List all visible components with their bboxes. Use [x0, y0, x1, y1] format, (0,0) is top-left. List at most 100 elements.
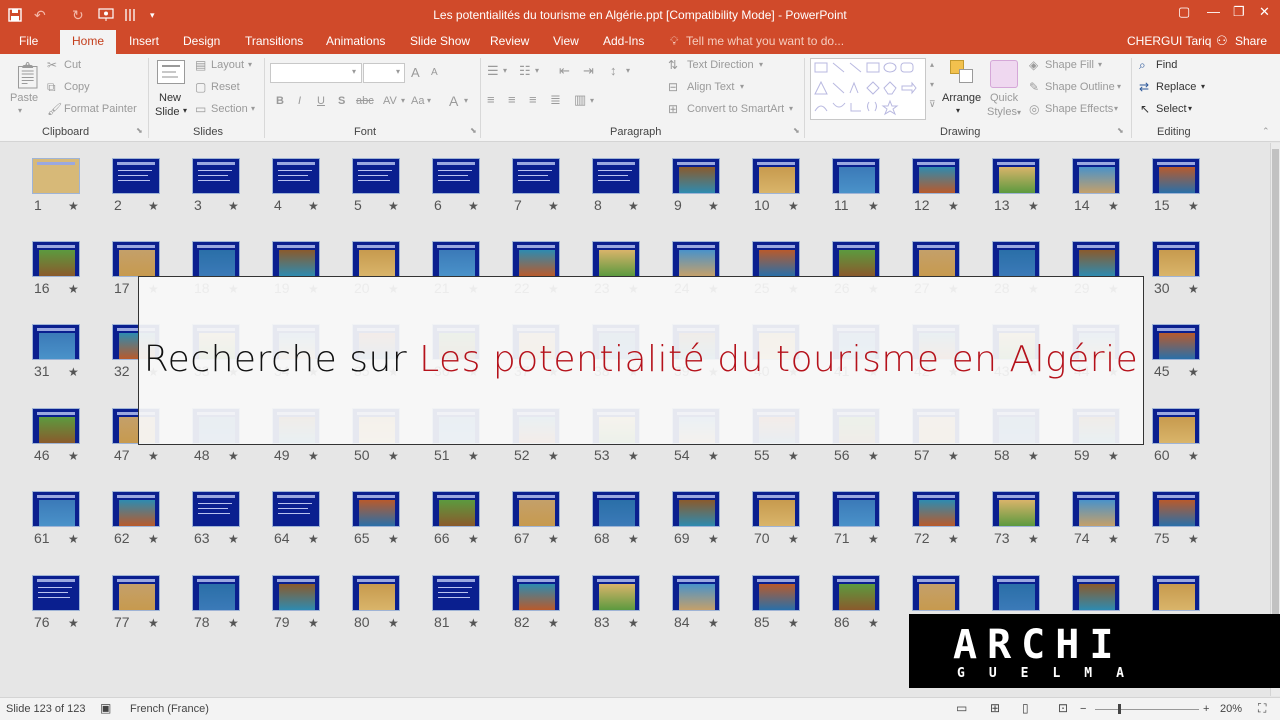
transition-star-icon[interactable]: ★ [148, 449, 159, 463]
slide-thumbnail[interactable] [992, 575, 1040, 611]
zoom-in-icon[interactable]: + [1203, 703, 1209, 715]
slide-thumbnail[interactable] [992, 241, 1040, 277]
slide-thumbnail[interactable] [432, 491, 480, 527]
slide-thumbnail[interactable] [352, 241, 400, 277]
slide-thumbnail[interactable] [752, 491, 800, 527]
slide-thumbnail[interactable] [592, 575, 640, 611]
decrease-font-size-icon[interactable]: A [431, 67, 438, 78]
slide-thumbnail[interactable] [1152, 408, 1200, 444]
transition-star-icon[interactable]: ★ [948, 199, 959, 213]
slide-thumbnail[interactable] [192, 575, 240, 611]
transition-star-icon[interactable]: ★ [788, 532, 799, 546]
tab-review[interactable]: Review [490, 34, 529, 48]
slide-thumbnail[interactable] [1072, 158, 1120, 194]
transition-star-icon[interactable]: ★ [708, 199, 719, 213]
slide-thumbnail[interactable] [832, 158, 880, 194]
transition-star-icon[interactable]: ★ [1108, 532, 1119, 546]
spelling-check-icon[interactable]: ▣ [100, 701, 111, 715]
tab-design[interactable]: Design [183, 34, 220, 48]
transition-star-icon[interactable]: ★ [148, 616, 159, 630]
copy-button[interactable]: Copy [64, 81, 90, 93]
user-name[interactable]: CHERGUI Tariq [1127, 34, 1211, 48]
slide-thumbnail[interactable] [432, 158, 480, 194]
transition-star-icon[interactable]: ★ [708, 532, 719, 546]
slide-thumbnail[interactable] [672, 575, 720, 611]
transition-star-icon[interactable]: ★ [628, 199, 639, 213]
transition-star-icon[interactable]: ★ [308, 616, 319, 630]
transition-star-icon[interactable]: ★ [948, 449, 959, 463]
font-name-dropdown-icon[interactable]: ▾ [352, 67, 356, 76]
slide-thumbnail[interactable] [112, 491, 160, 527]
transition-star-icon[interactable]: ★ [628, 532, 639, 546]
zoom-out-icon[interactable]: − [1080, 703, 1086, 715]
zoom-slider[interactable] [1095, 709, 1199, 710]
replace-button[interactable]: Replace [1156, 81, 1196, 93]
shape-outline-dropdown-icon[interactable]: ▾ [1117, 82, 1121, 91]
font-name-input[interactable] [270, 63, 362, 83]
align-text-dropdown-icon[interactable]: ▾ [740, 82, 744, 91]
text-direction-button[interactable]: Text Direction [687, 59, 754, 71]
slide-thumbnail[interactable] [1152, 575, 1200, 611]
transition-star-icon[interactable]: ★ [388, 616, 399, 630]
transition-star-icon[interactable]: ★ [868, 616, 879, 630]
slide-thumbnail[interactable] [752, 575, 800, 611]
select-dropdown-icon[interactable]: ▾ [1188, 104, 1192, 113]
maximize-icon[interactable]: ❐ [1233, 4, 1245, 20]
align-center-icon[interactable]: ≡ [508, 92, 516, 107]
transition-star-icon[interactable]: ★ [1028, 199, 1039, 213]
new-slide-button[interactable]: New [159, 92, 181, 104]
shape-effects-dropdown-icon[interactable]: ▾ [1114, 104, 1118, 113]
reset-button[interactable]: Reset [211, 81, 240, 93]
font-color-icon[interactable]: A [449, 93, 458, 109]
fit-to-window-icon[interactable]: ⛶ [1258, 701, 1266, 716]
slide-thumbnail[interactable] [752, 158, 800, 194]
align-left-icon[interactable]: ≡ [487, 92, 495, 107]
transition-star-icon[interactable]: ★ [1188, 449, 1199, 463]
scrollbar-thumb[interactable] [1272, 149, 1279, 679]
tab-slide-show[interactable]: Slide Show [410, 34, 470, 48]
transition-star-icon[interactable]: ★ [68, 365, 79, 379]
slide-thumbnail[interactable] [912, 241, 960, 277]
transition-star-icon[interactable]: ★ [868, 532, 879, 546]
slide-thumbnail[interactable] [912, 158, 960, 194]
tab-animations[interactable]: Animations [326, 34, 385, 48]
transition-star-icon[interactable]: ★ [1188, 365, 1199, 379]
paste-icon[interactable]: 📋︎ [11, 60, 44, 91]
shapes-scroll-up-icon[interactable]: ▴ [930, 60, 934, 69]
line-spacing-dropdown-icon[interactable]: ▾ [626, 66, 630, 75]
slide-thumbnail[interactable] [112, 575, 160, 611]
slide-thumbnail[interactable] [272, 575, 320, 611]
tab-transitions[interactable]: Transitions [245, 34, 303, 48]
font-color-dropdown-icon[interactable]: ▾ [464, 96, 468, 105]
zoom-level[interactable]: 20% [1220, 703, 1242, 715]
slide-thumbnail[interactable] [192, 491, 240, 527]
paste-dropdown-icon[interactable]: ▾ [18, 106, 22, 115]
transition-star-icon[interactable]: ★ [228, 449, 239, 463]
transition-star-icon[interactable]: ★ [1108, 449, 1119, 463]
transition-star-icon[interactable]: ★ [868, 199, 879, 213]
arrange-button[interactable]: Arrange [942, 92, 981, 104]
slide-thumbnail[interactable] [512, 575, 560, 611]
increase-indent-icon[interactable]: ⇥ [583, 63, 594, 79]
slide-thumbnail[interactable] [192, 158, 240, 194]
tab-view[interactable]: View [553, 34, 579, 48]
italic-icon[interactable]: I [298, 95, 301, 107]
shapes-gallery[interactable] [810, 58, 926, 120]
align-right-icon[interactable]: ≡ [529, 92, 537, 107]
transition-star-icon[interactable]: ★ [308, 449, 319, 463]
convert-smartart-button[interactable]: Convert to SmartArt [687, 103, 784, 115]
bullets-icon[interactable]: ☰ [487, 63, 499, 79]
change-case-dropdown-icon[interactable]: ▾ [427, 96, 431, 105]
strikethrough-icon[interactable]: abc [356, 95, 374, 107]
paste-button[interactable]: Paste [10, 92, 38, 104]
paragraph-launcher-icon[interactable]: ⬊ [793, 126, 800, 135]
columns-icon[interactable]: ▥ [574, 92, 586, 108]
slide-thumbnail[interactable] [672, 241, 720, 277]
language-indicator[interactable]: French (France) [130, 703, 209, 715]
layout-dropdown-icon[interactable]: ▾ [248, 60, 252, 69]
tab-file[interactable]: File [19, 34, 38, 48]
slide-thumbnail[interactable] [32, 491, 80, 527]
tab-add-ins[interactable]: Add-Ins [603, 34, 644, 48]
transition-star-icon[interactable]: ★ [148, 532, 159, 546]
slide-thumbnail[interactable] [1072, 575, 1120, 611]
